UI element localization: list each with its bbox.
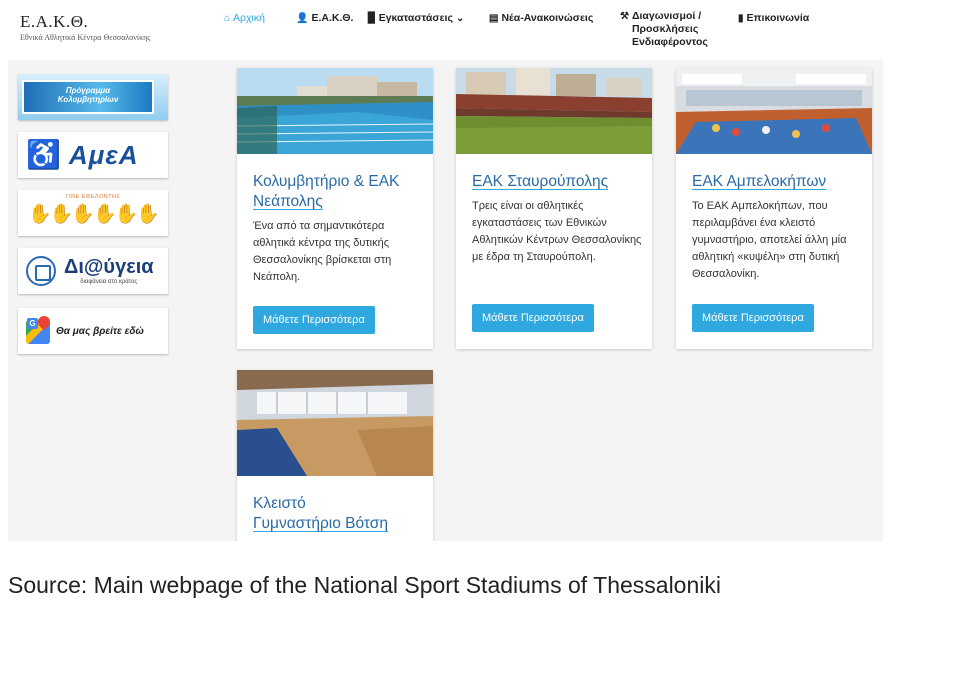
newspaper-icon: ▤ [489,13,499,24]
pool-photo[interactable] [237,68,433,154]
card-title-line-1: ΕΑΚ Σταυρούπολης [472,173,609,190]
ampelokipoi-gym-photo[interactable] [676,68,872,154]
learn-more-button[interactable]: Μάθετε Περισσότερα [253,306,375,334]
votsi-gym-photo[interactable] [237,370,433,476]
maps-banner[interactable]: G Θα μας βρείτε εδώ [18,308,168,354]
card-description: Τρεις είναι οι αθλητικές εγκαταστάσεις τ… [472,200,642,263]
nav-eakth[interactable]: 👤 Ε.Α.Κ.Θ. [296,12,353,25]
diavgeia-sub: διαφάνεια στο κράτος [80,279,138,285]
learn-more-button[interactable]: Μάθετε Περισσότερα [692,304,814,332]
diavgeia-label: Δι@ύγεια [64,256,154,278]
chevron-down-icon: ⌄ [455,13,465,24]
site-header: Ε.Α.Κ.Θ. Εθνικά Αθλητικά Κέντρα Θεσσαλον… [8,0,883,60]
nav-contact-label: Επικοινωνία [746,12,810,24]
brand-title: Ε.Α.Κ.Θ. [20,12,89,31]
home-icon: ⌂ [224,13,231,24]
nav-facilities-label: Εγκαταστάσεις [378,12,453,24]
card-title-line-1: Κολυμβητήριο & ΕΑΚ [253,173,400,190]
nav-contact[interactable]: ▮ Επικοινωνία [738,12,809,25]
maps-label: Θα μας βρείτε εδώ [56,325,144,337]
volunteer-label: ΓΙΝΕ ΕΘΕΛΟΝΤΗΣ [65,194,121,200]
card-title-line-2: Νεάπολης [253,193,323,210]
nav-home-label: Αρχική [233,12,265,24]
card-description: Ένα από τα σημαντικότερα αθλητικά κέντρα… [253,220,392,283]
facility-card: ΕΑΚ Σταυρούπολης Τρεις είναι οι αθλητικέ… [456,68,652,349]
card-title-line-2: Γυμναστήριο Βότση [253,515,388,532]
nav-facilities[interactable]: ▉ Εγκαταστάσεις ⌄ [368,12,464,25]
card-title[interactable]: Κλειστό Γυμναστήριο Βότση [253,494,423,534]
card-description: Το ΕΑΚ Αμπελοκήπων, που περιλαμβάνει ένα… [692,200,847,280]
brand-subtitle: Εθνικά Αθλητικά Κέντρα Θεσσαλονίκης [20,33,151,42]
nav-tenders-line-3: Ενδιαφέροντος [631,36,708,48]
swim-program-line-2: Κολυμβητηρίων [57,95,119,104]
google-maps-icon: G [26,313,53,346]
brand-logo[interactable]: Ε.Α.Κ.Θ. Εθνικά Αθλητικά Κέντρα Θεσσαλον… [20,12,150,42]
figure-caption: Source: Main webpage of the National Spo… [8,572,721,598]
raised-hands-icon: ✋✋✋✋✋✋ [27,204,160,225]
nav-tenders-line-2: Προσκλήσεις [631,23,699,35]
card-title[interactable]: ΕΑΚ Αμπελοκήπων [692,172,862,192]
nav-tenders-label: Διαγωνισμοί / Προσκλήσεις Ενδιαφέροντος [632,10,708,49]
nav-eakth-label: Ε.Α.Κ.Θ. [311,12,354,24]
nav-tenders-line-1: Διαγωνισμοί / [631,10,702,22]
nav-news-label: Νέα-Ανακοινώσεις [501,12,594,24]
swim-program-banner[interactable]: Πρόγραμμα Κολυμβητηρίων [18,74,168,120]
nav-tenders[interactable]: ⚒ Διαγωνισμοί / Προσκλήσεις Ενδιαφέροντο… [620,10,708,49]
nav-news[interactable]: ▤ Νέα-Ανακοινώσεις [489,12,593,25]
swim-program-graphic: Πρόγραμμα Κολυμβητηρίων [22,80,154,114]
facility-card: Κολυμβητήριο & ΕΑΚ Νεάπολης Ένα από τα σ… [237,68,433,349]
facility-card: ΕΑΚ Αμπελοκήπων Το ΕΑΚ Αμπελοκήπων, που … [676,68,872,349]
nav-home[interactable]: ⌂ Αρχική [224,12,265,25]
volunteer-banner[interactable]: ΓΙΝΕ ΕΘΕΛΟΝΤΗΣ ✋✋✋✋✋✋ [18,190,168,236]
seal-icon [26,256,56,286]
amea-banner[interactable]: ♿ ΑμεΑ [18,132,168,178]
learn-more-button[interactable]: Μάθετε Περισσότερα [472,304,594,332]
card-title[interactable]: ΕΑΚ Σταυρούπολης [472,172,642,192]
document-icon: ▮ [738,13,744,24]
wheelchair-icon: ♿ [26,139,61,170]
card-title-line-1: Κλειστό [253,495,306,512]
facility-card: Κλειστό Γυμναστήριο Βότση [237,370,433,541]
gavel-icon: ⚒ [620,11,629,22]
building-icon: ▉ [368,13,376,24]
diavgeia-text: Δι@ύγεια διαφάνεια στο κράτος [64,257,154,285]
card-title[interactable]: Κολυμβητήριο & ΕΑΚ Νεάπολης [253,172,423,212]
amea-label: ΑμεΑ [68,139,139,170]
swim-program-line-1: Πρόγραμμα [65,86,111,95]
user-icon: 👤 [296,13,309,24]
card-title-line-1: ΕΑΚ Αμπελοκήπων [692,173,827,190]
stadium-photo[interactable] [456,68,652,154]
browser-capture: Ε.Α.Κ.Θ. Εθνικά Αθλητικά Κέντρα Θεσσαλον… [8,0,883,541]
diavgeia-banner[interactable]: Δι@ύγεια διαφάνεια στο κράτος [18,248,168,294]
